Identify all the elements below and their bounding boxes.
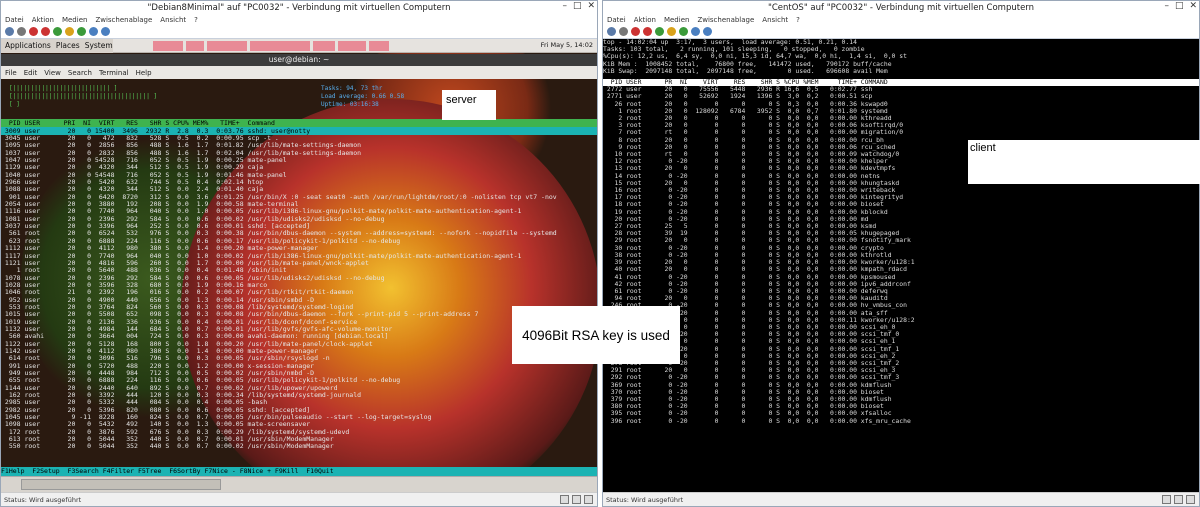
places-menu[interactable]: Places	[56, 41, 80, 50]
vm-menubar: Datei Aktion Medien Zwischenablage Ansic…	[603, 14, 1199, 25]
terminal-menu-search[interactable]: Search	[68, 69, 92, 77]
menu-medien[interactable]: Medien	[664, 16, 689, 24]
minimize-icon[interactable]: –	[562, 1, 567, 11]
reset-icon[interactable]	[679, 27, 688, 36]
menu-help[interactable]: ?	[796, 16, 800, 24]
status-text: Status: Wird ausgeführt	[606, 495, 684, 504]
window-titlebar[interactable]: "Debian8Minimal" auf "PC0032" - Verbindu…	[1, 1, 597, 14]
close-icon[interactable]: ✕	[587, 1, 595, 11]
uptime-info: Uptime: 03:16:38	[321, 101, 379, 108]
top-process-list: 2772 user 20 0 75556 5448 2936 R 16,6 0,…	[603, 86, 1199, 425]
client-annotation: client	[968, 140, 1200, 184]
start-icon[interactable]	[619, 27, 628, 36]
lock-icon	[572, 495, 581, 504]
minimize-icon[interactable]: –	[1164, 1, 1169, 11]
applications-menu[interactable]: Applications	[5, 41, 51, 50]
vm-statusbar: Status: Wird ausgeführt	[603, 492, 1199, 506]
start-icon[interactable]	[17, 27, 26, 36]
shutdown-icon[interactable]	[41, 27, 50, 36]
reset-icon[interactable]	[77, 27, 86, 36]
htop-fkeys[interactable]: F1Help F2Setup F3Search F4Filter F5Tree …	[1, 467, 597, 476]
window-titlebar[interactable]: "CentOS" auf "PC0032" - Verbindung mit v…	[603, 1, 1199, 14]
rsa-key-annotation: 4096Bit RSA key is used	[512, 306, 680, 364]
menu-datei[interactable]: Datei	[5, 16, 24, 24]
maximize-icon[interactable]: □	[1175, 1, 1184, 11]
ctrl-alt-del-icon[interactable]	[5, 27, 14, 36]
window-title: "CentOS" auf "PC0032" - Verbindung mit v…	[767, 2, 1035, 13]
share-icon	[1186, 495, 1195, 504]
terminal-title: user@debian: ~	[1, 54, 597, 66]
checkpoint-icon[interactable]	[691, 27, 700, 36]
pause-icon[interactable]	[65, 27, 74, 36]
revert-icon[interactable]	[101, 27, 110, 36]
vm-statusbar: Status: Wird ausgeführt	[1, 492, 597, 506]
vm-menubar: Datei Aktion Medien Zwischenablage Ansic…	[1, 14, 597, 25]
window-title: "Debian8Minimal" auf "PC0032" - Verbindu…	[147, 2, 451, 13]
htop-terminal[interactable]: [||||||||||||||||||||||||||| ] [||||||||…	[1, 79, 597, 476]
terminal-menu-edit[interactable]: Edit	[24, 69, 38, 77]
process-row[interactable]: 550 root 20 0 5044 352 440 S 0.0 0.7 0:0…	[1, 443, 597, 451]
pause-icon[interactable]	[667, 27, 676, 36]
revert-icon[interactable]	[703, 27, 712, 36]
keyboard-icon	[1162, 495, 1171, 504]
mem-meter: [|||||||||||||||||||||||||||||||||||||| …	[9, 93, 158, 100]
menu-aktion[interactable]: Aktion	[32, 16, 54, 24]
lock-icon	[1174, 495, 1183, 504]
tasks-info: Tasks: 94, 73 thr	[321, 85, 383, 92]
menu-help[interactable]: ?	[194, 16, 198, 24]
system-menu[interactable]: System	[85, 41, 113, 50]
vm-toolbar	[603, 25, 1199, 39]
terminal-menu-terminal[interactable]: Terminal	[99, 69, 129, 77]
menu-zwischenablage[interactable]: Zwischenablage	[95, 16, 152, 24]
menu-medien[interactable]: Medien	[62, 16, 87, 24]
debian-vm-window: "Debian8Minimal" auf "PC0032" - Verbindu…	[0, 0, 598, 507]
terminal-menu-view[interactable]: View	[44, 69, 61, 77]
turn-off-icon[interactable]	[631, 27, 640, 36]
top-summary: top - 14:02:04 up 3:17, 3 users, load av…	[603, 39, 1199, 75]
menu-ansicht[interactable]: Ansicht	[160, 16, 186, 24]
vm-toolbar	[1, 25, 597, 39]
menu-datei[interactable]: Datei	[607, 16, 626, 24]
process-row[interactable]: 396 root 0 -20 0 0 0 S 0,0 0,0 0:00.00 x…	[603, 417, 1199, 425]
turn-off-icon[interactable]	[29, 27, 38, 36]
guest-taskbar	[1, 476, 597, 492]
menu-zwischenablage[interactable]: Zwischenablage	[697, 16, 754, 24]
summary-line: KiB Swap: 2097148 total, 2097148 free, 0…	[603, 66, 888, 75]
mate-top-panel: Applications Places System Fri May 5, 14…	[1, 39, 597, 53]
guest-screen[interactable]: Applications Places System Fri May 5, 14…	[1, 39, 597, 492]
maximize-icon[interactable]: □	[573, 1, 582, 11]
terminal-menu-file[interactable]: File	[5, 69, 17, 77]
status-text: Status: Wird ausgeführt	[4, 495, 82, 504]
top-terminal[interactable]: top - 14:02:04 up 3:17, 3 users, load av…	[603, 39, 1199, 492]
share-icon	[584, 495, 593, 504]
power-icon[interactable]	[53, 27, 62, 36]
load-info: Load average: 0.66 0.58	[321, 93, 405, 100]
close-icon[interactable]: ✕	[1189, 1, 1197, 11]
shutdown-icon[interactable]	[643, 27, 652, 36]
htop-process-list: 3045 user 20 0 472 832 528 S 0.5 0.2 0:0…	[1, 134, 597, 451]
power-icon[interactable]	[655, 27, 664, 36]
menu-ansicht[interactable]: Ansicht	[762, 16, 788, 24]
menu-aktion[interactable]: Aktion	[634, 16, 656, 24]
swp-meter: [ ]	[9, 101, 20, 108]
htop-header[interactable]: PID USER PRI NI VIRT RES SHR S CPU% MEM%…	[1, 119, 597, 127]
ctrl-alt-del-icon[interactable]	[607, 27, 616, 36]
server-annotation: server	[442, 90, 496, 120]
cpu-meter: [||||||||||||||||||||||||||| ]	[9, 85, 118, 92]
checkpoint-icon[interactable]	[89, 27, 98, 36]
centos-vm-window: "CentOS" auf "PC0032" - Verbindung mit v…	[602, 0, 1200, 507]
terminal-menu-help[interactable]: Help	[136, 69, 152, 77]
panel-clock[interactable]: Fri May 5, 14:02	[541, 41, 593, 49]
terminal-menubar: File Edit View Search Terminal Help	[1, 66, 597, 79]
taskbar-terminal-item[interactable]	[21, 479, 221, 490]
keyboard-icon	[560, 495, 569, 504]
